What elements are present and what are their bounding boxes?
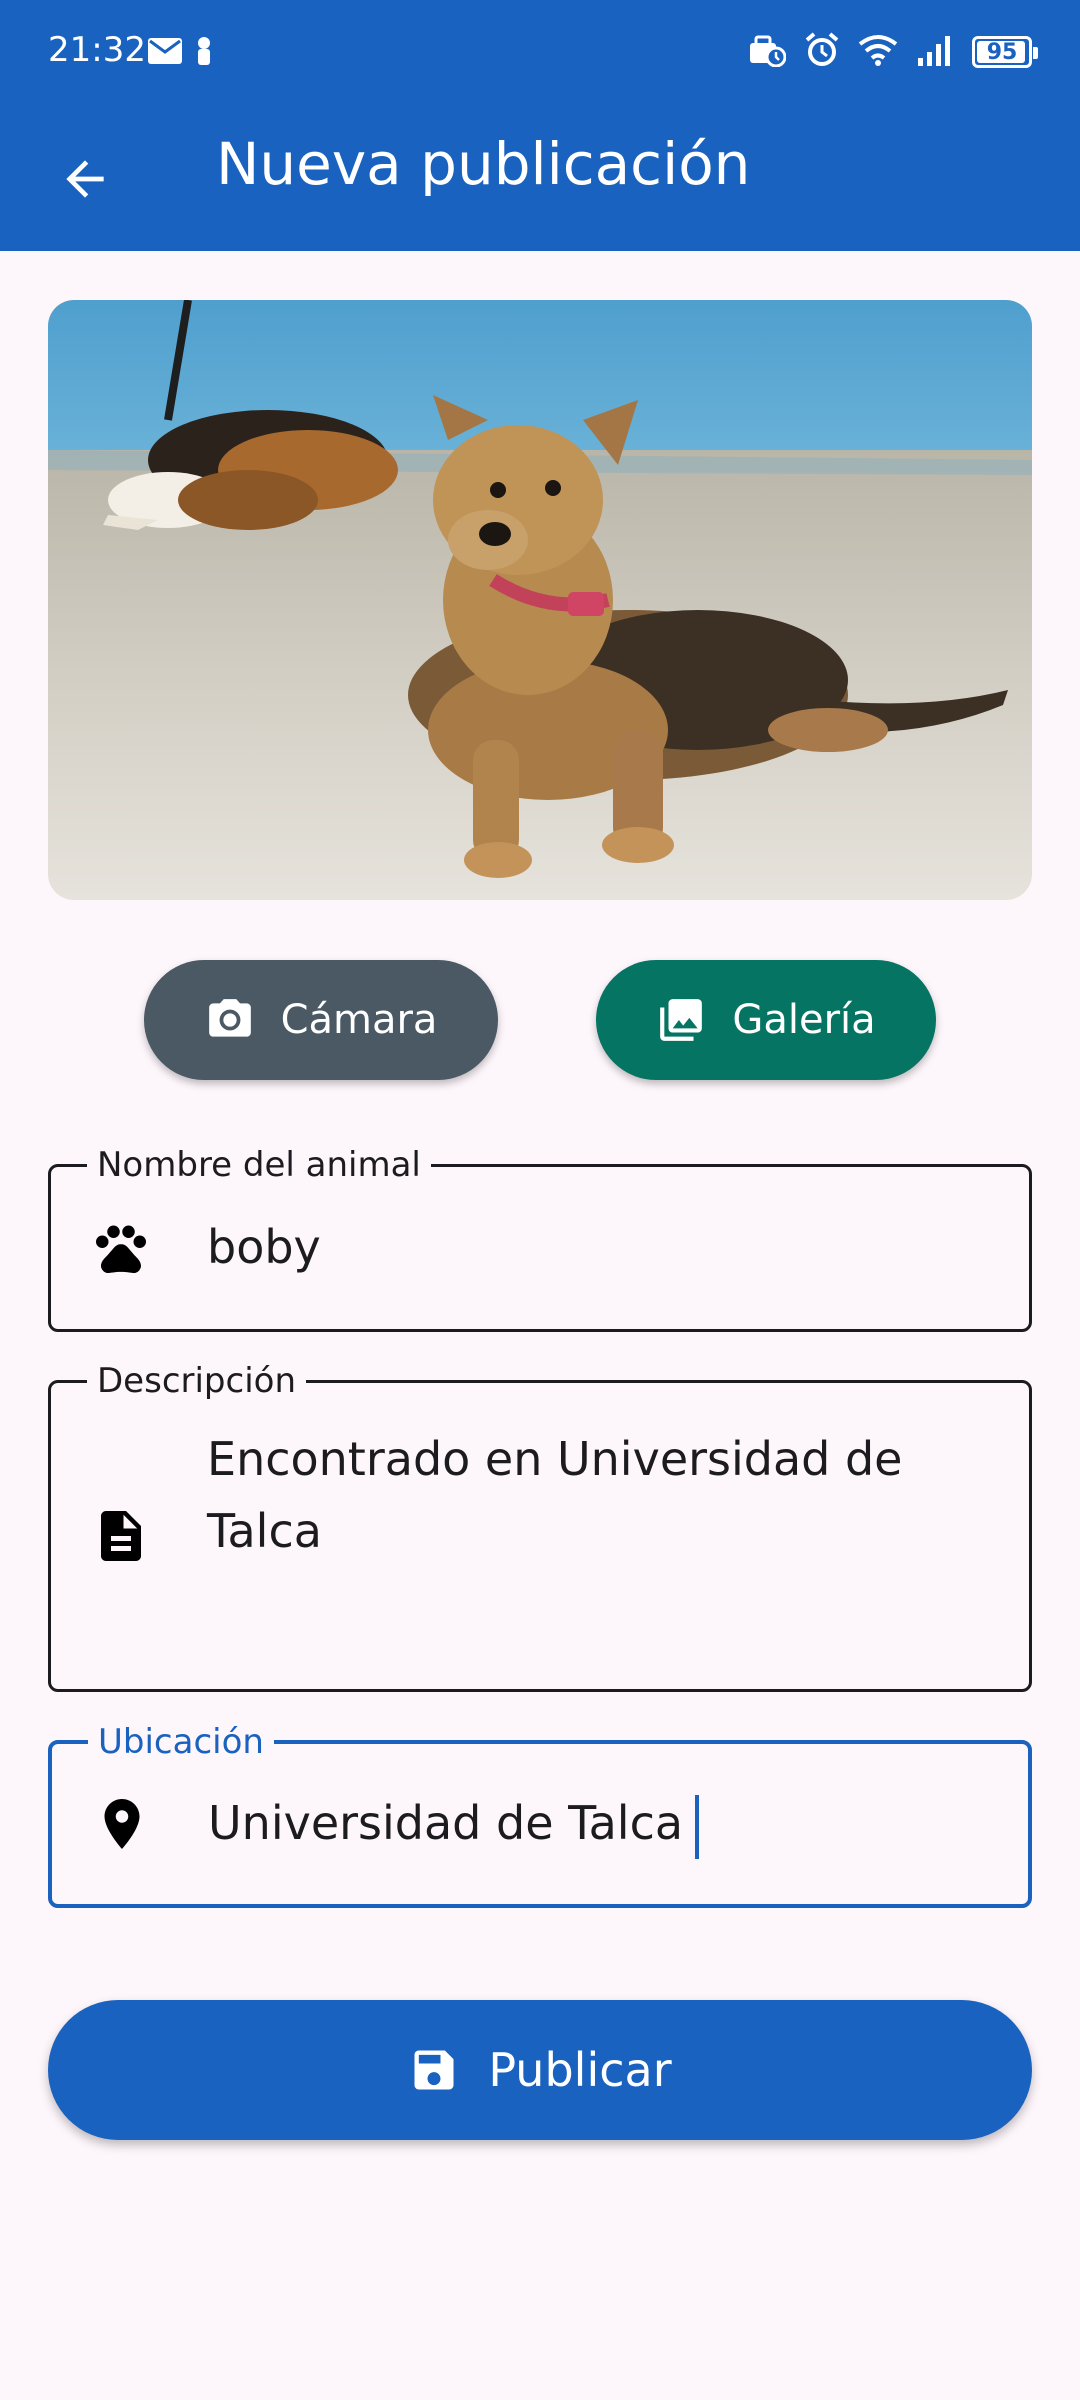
description-label: Descripción [87, 1361, 307, 1401]
publish-button-label: Publicar [488, 2043, 672, 2097]
wifi-icon [858, 34, 898, 70]
arrow-back-icon [66, 160, 104, 198]
signal-icon [916, 34, 954, 70]
description-field[interactable]: Descripción Encontrado en Universidad de… [48, 1361, 1032, 1692]
status-bar: 21:32 95 [0, 0, 1080, 100]
page-title: Nueva publicación [216, 130, 751, 198]
description-input[interactable]: Encontrado en Universidad de Talca [207, 1423, 989, 1567]
alarm-icon [804, 32, 840, 72]
status-time: 21:32 [48, 30, 146, 70]
publish-button[interactable]: Publicar [48, 2000, 1032, 2140]
animal-name-field[interactable]: Nombre del animal boby [48, 1145, 1032, 1332]
back-button[interactable] [40, 134, 130, 224]
battery-level-text: 95 [986, 39, 1018, 65]
text-cursor [695, 1794, 700, 1859]
paw-icon [91, 1218, 151, 1278]
location-field[interactable]: Ubicación Universidad de Talca [48, 1722, 1032, 1908]
animal-name-input[interactable]: boby [207, 1211, 989, 1283]
camera-button[interactable]: Cámara [144, 960, 498, 1080]
camera-button-label: Cámara [280, 997, 438, 1043]
camera-icon [208, 999, 251, 1037]
data-saver-icon [748, 33, 787, 71]
mail-icon [148, 38, 182, 68]
save-icon [414, 2050, 454, 2090]
location-input-text: Universidad de Talca [208, 1796, 684, 1850]
battery-icon: 95 [972, 36, 1038, 68]
dog-photo-image [48, 300, 1032, 900]
location-pin-icon [92, 1794, 152, 1854]
gallery-button[interactable]: Galería [596, 960, 936, 1080]
notification-icon [194, 35, 214, 71]
document-icon [91, 1506, 151, 1566]
status-right-icons: 95 [748, 32, 1038, 72]
location-label: Ubicación [88, 1722, 274, 1762]
gallery-icon [660, 999, 703, 1041]
gallery-button-label: Galería [732, 997, 876, 1043]
location-input[interactable]: Universidad de Talca [208, 1787, 988, 1859]
status-left-icons [148, 36, 214, 70]
app-bar: 21:32 95 Nueva publicación [0, 0, 1080, 251]
pet-photo[interactable] [48, 300, 1032, 900]
toolbar: Nueva publicación [0, 110, 1080, 230]
animal-name-label: Nombre del animal [87, 1145, 431, 1185]
